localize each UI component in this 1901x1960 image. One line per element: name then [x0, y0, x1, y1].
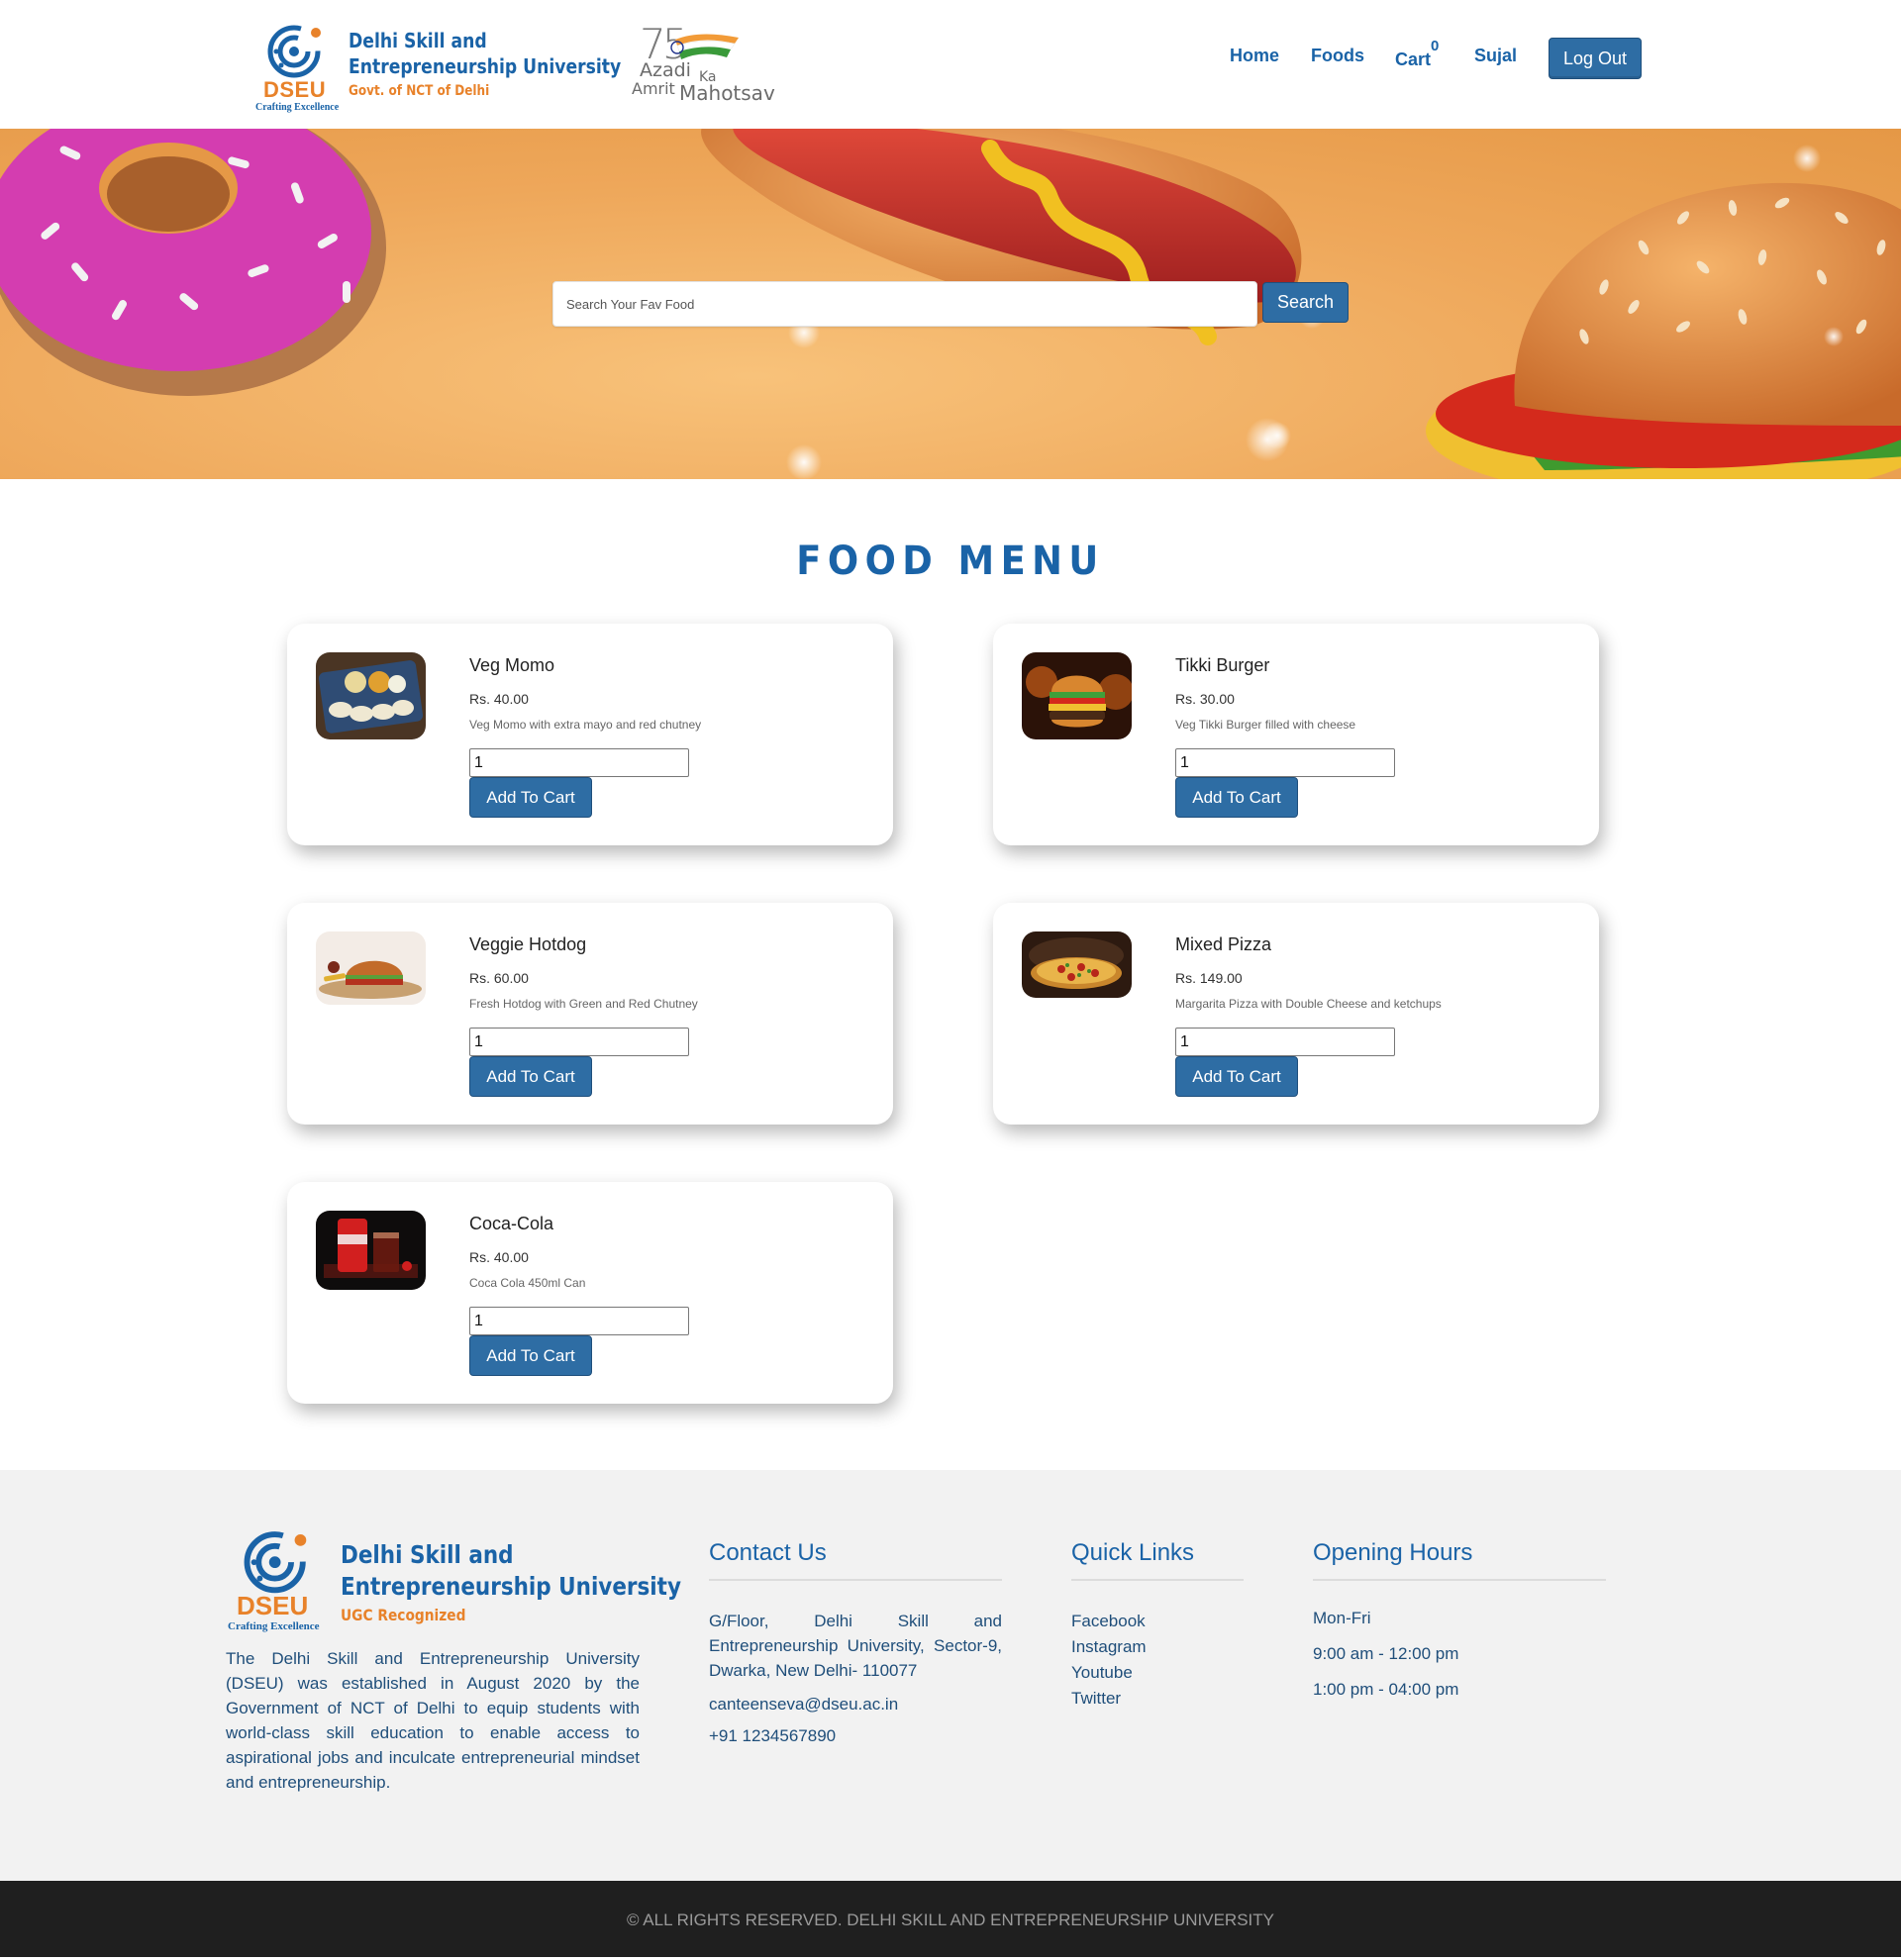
- add-to-cart-button[interactable]: Add To Cart: [1175, 1056, 1298, 1097]
- donut-graphic: [0, 129, 386, 396]
- opening-hours-heading: Opening Hours: [1313, 1539, 1606, 1581]
- contact-phone: +91 1234567890: [709, 1726, 837, 1745]
- quantity-input[interactable]: [469, 1307, 689, 1335]
- site-footer: DSEU Crafting Excellence Delhi Skill and…: [0, 1470, 1901, 1881]
- momo-photo: [316, 652, 426, 739]
- hotdog-photo: [316, 931, 426, 1005]
- food-price: Rs. 149.00: [1175, 970, 1243, 986]
- add-to-cart-button[interactable]: Add To Cart: [469, 777, 592, 818]
- hours-slot-afternoon: 1:00 pm - 04:00 pm: [1313, 1680, 1459, 1699]
- quantity-input[interactable]: [469, 1028, 689, 1056]
- main-nav: Home Foods Cart0 Sujal Log Out: [0, 38, 1901, 81]
- food-card-coca-cola: Coca-Cola Rs. 40.00 Coca Cola 450ml Can …: [287, 1182, 893, 1404]
- nav-user-link[interactable]: Sujal: [1474, 46, 1517, 66]
- quantity-input[interactable]: [1175, 1028, 1395, 1056]
- quick-links-heading: Quick Links: [1071, 1539, 1244, 1581]
- nav-foods-link[interactable]: Foods: [1311, 46, 1364, 66]
- search-button[interactable]: Search: [1262, 282, 1349, 323]
- food-card-veg-momo: Veg Momo Rs. 40.00 Veg Momo with extra m…: [287, 624, 893, 845]
- contact-address: G/Floor, Delhi Skill and Entrepreneurshi…: [709, 1612, 1002, 1680]
- footer-logo-title-line1: Delhi Skill and: [341, 1540, 514, 1569]
- footer-logo-tagline: Crafting Excellence: [228, 1620, 320, 1632]
- add-to-cart-button[interactable]: Add To Cart: [469, 1335, 592, 1376]
- footer-opening-hours: Opening Hours Mon-Fri 9:00 am - 12:00 pm…: [1313, 1539, 1606, 1700]
- copyright-bar: © ALL RIGHTS RESERVED. DELHI SKILL AND E…: [0, 1881, 1901, 1957]
- food-card-tikki-burger: Tikki Burger Rs. 30.00 Veg Tikki Burger …: [993, 624, 1599, 845]
- nav-cart-label: Cart: [1395, 49, 1432, 69]
- footer-logo-abbr: DSEU: [237, 1591, 309, 1620]
- logout-button[interactable]: Log Out: [1549, 38, 1642, 79]
- food-description: Fresh Hotdog with Green and Red Chutney: [469, 997, 698, 1011]
- nav-cart-link[interactable]: Cart0: [1395, 38, 1439, 70]
- food-name: Mixed Pizza: [1175, 934, 1272, 954]
- food-description: Veg Momo with extra mayo and red chutney: [469, 718, 702, 732]
- add-to-cart-button[interactable]: Add To Cart: [1175, 777, 1298, 818]
- food-price: Rs. 40.00: [469, 1249, 529, 1265]
- food-name: Veggie Hotdog: [469, 934, 587, 954]
- footer-contact-section: Contact Us G/Floor, Delhi Skill and Entr…: [709, 1539, 1002, 1746]
- add-to-cart-button[interactable]: Add To Cart: [469, 1056, 592, 1097]
- footer-dseu-logo: DSEU Crafting Excellence Delhi Skill and…: [226, 1527, 681, 1632]
- instagram-link[interactable]: Instagram: [1071, 1637, 1147, 1656]
- food-description: Margarita Pizza with Double Cheese and k…: [1175, 997, 1442, 1011]
- youtube-link[interactable]: Youtube: [1071, 1663, 1133, 1682]
- food-card-mixed-pizza: Mixed Pizza Rs. 149.00 Margarita Pizza w…: [993, 903, 1599, 1125]
- azadi-amrit: Amrit: [632, 79, 675, 98]
- food-description: Coca Cola 450ml Can: [469, 1276, 586, 1290]
- azadi-mahotsav: Mahotsav: [679, 81, 775, 105]
- food-menu-heading: FOOD MENU: [796, 539, 1105, 584]
- food-price: Rs. 60.00: [469, 970, 529, 986]
- pizza-photo: [1022, 931, 1132, 998]
- cola-photo: [316, 1211, 426, 1290]
- burger-photo: [1022, 652, 1132, 739]
- contact-heading: Contact Us: [709, 1539, 1002, 1581]
- contact-email: canteenseva@dseu.ac.in: [709, 1695, 899, 1714]
- logo-tagline: Crafting Excellence: [255, 102, 340, 113]
- food-price: Rs. 40.00: [469, 691, 529, 707]
- footer-logo-title-line2: Entrepreneurship University: [341, 1572, 681, 1601]
- hours-slot-morning: 9:00 am - 12:00 pm: [1313, 1644, 1459, 1663]
- food-card-veggie-hotdog: Veggie Hotdog Rs. 60.00 Fresh Hotdog wit…: [287, 903, 893, 1125]
- quantity-input[interactable]: [1175, 748, 1395, 777]
- quick-links-list: Facebook Instagram Youtube Twitter: [1071, 1609, 1244, 1712]
- cart-count-badge: 0: [1431, 38, 1440, 54]
- footer-logo-subtitle: UGC Recognized: [341, 1606, 466, 1624]
- food-price: Rs. 30.00: [1175, 691, 1235, 707]
- site-header: DSEU Crafting Excellence Delhi Skill and…: [0, 0, 1901, 129]
- search-input[interactable]: [552, 281, 1257, 327]
- food-name: Coca-Cola: [469, 1214, 554, 1233]
- hours-days: Mon-Fri: [1313, 1609, 1371, 1627]
- hero-banner: Search: [0, 129, 1901, 479]
- nav-home-link[interactable]: Home: [1230, 46, 1279, 66]
- logo-subtitle: Govt. of NCT of Delhi: [349, 83, 490, 99]
- food-name: Tikki Burger: [1175, 655, 1270, 675]
- footer-quick-links: Quick Links Facebook Instagram Youtube T…: [1071, 1539, 1244, 1712]
- facebook-link[interactable]: Facebook: [1071, 1612, 1146, 1630]
- quantity-input[interactable]: [469, 748, 689, 777]
- footer-about-text: The Delhi Skill and Entrepreneurship Uni…: [226, 1649, 640, 1792]
- twitter-link[interactable]: Twitter: [1071, 1689, 1121, 1708]
- food-name: Veg Momo: [469, 655, 555, 675]
- dseu-emblem-icon: [244, 1531, 307, 1594]
- footer-logo-title: Delhi Skill and Entrepreneurship Univers…: [341, 1539, 681, 1603]
- food-description: Veg Tikki Burger filled with cheese: [1175, 718, 1356, 732]
